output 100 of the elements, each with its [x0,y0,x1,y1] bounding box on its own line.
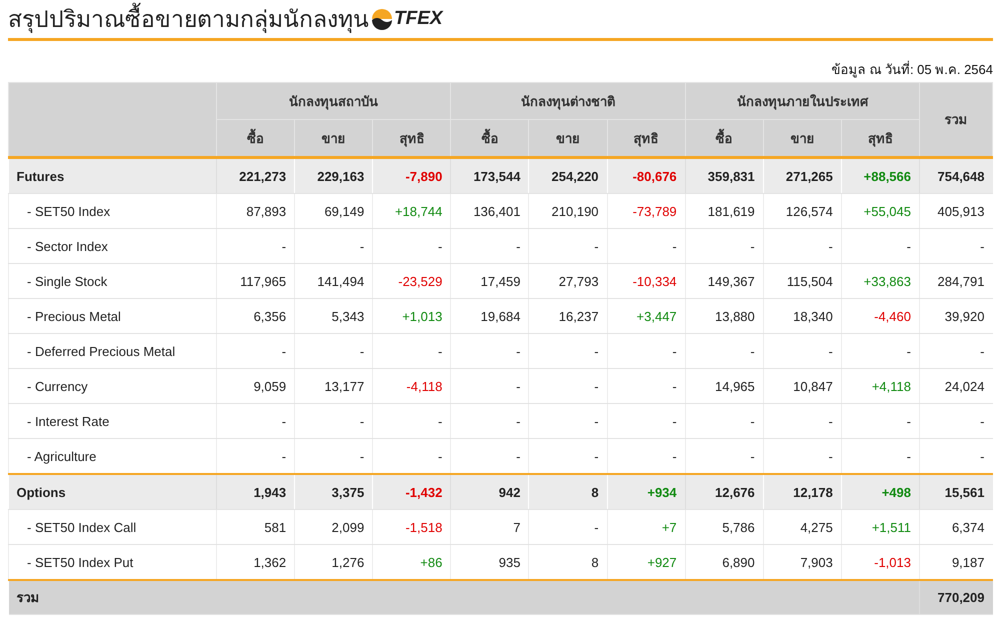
table-cell: -23,529 [372,264,451,298]
table-cell: 181,619 [685,194,764,228]
table-cell: - [920,404,992,438]
table-cell: 16,237 [528,298,608,334]
table-cell: -1,432 [372,474,451,510]
table-cell: 254,220 [528,158,608,194]
table-cell: 6,356 [216,298,295,334]
table-cell: - [763,334,842,368]
table-cell: 221,273 [216,158,295,194]
table-cell: - [450,368,529,404]
row-label: - Interest Rate [8,404,216,438]
table-cell: 24,024 [920,368,992,404]
table-cell: - [607,368,686,404]
table-cell: 115,504 [763,264,842,298]
table-cell: 149,367 [685,264,764,298]
table-cell: +55,045 [841,194,920,228]
table-cell: 5,786 [685,510,764,544]
table-cell: - [216,228,295,264]
table-cell: 136,401 [450,194,529,228]
row-label: - Deferred Precious Metal [8,334,216,368]
table-cell: - [841,228,920,264]
column-header: รวม [920,82,992,158]
table-cell: 754,648 [920,158,992,194]
table-cell: - [685,404,764,438]
table-cell: - [294,228,373,264]
table-cell: - [372,404,451,438]
table-cell: - [920,334,992,368]
table-cell: - [763,228,842,264]
table-cell: +4,118 [841,368,920,404]
table-cell: +18,744 [372,194,451,228]
table-cell: +1,013 [372,298,451,334]
table-cell: +3,447 [607,298,686,334]
table-cell: 12,676 [685,474,764,510]
table-cell: - [528,404,608,438]
table-cell: 13,177 [294,368,373,404]
table-cell: - [528,228,608,264]
table-cell: 19,684 [450,298,529,334]
table-cell: - [607,334,686,368]
table-cell: 6,374 [920,510,992,544]
table-cell: 284,791 [920,264,992,298]
table-cell: - [372,334,451,368]
column-group-header: นักลงทุนภายในประเทศ [685,82,920,120]
column-header: สุทธิ [372,120,451,158]
row-label: - Sector Index [8,228,216,264]
table-cell: 15,561 [920,474,992,510]
table-cell: 4,275 [763,510,842,544]
column-group-header: นักลงทุนสถาบัน [216,82,451,120]
table-cell: - [528,510,608,544]
column-header: ขาย [294,120,373,158]
table-cell: 126,574 [763,194,842,228]
table-cell: +498 [841,474,920,510]
table-cell: - [841,334,920,368]
table-cell: 229,163 [294,158,373,194]
column-header: ซื้อ [216,120,295,158]
row-label: - SET50 Index [8,194,216,228]
table-cell: 69,149 [294,194,373,228]
table-cell: - [841,404,920,438]
column-header: ขาย [763,120,842,158]
table-cell: 14,965 [685,368,764,404]
table-cell: -10,334 [607,264,686,298]
data-date: ข้อมูล ณ วันที่: 05 พ.ค. 2564 [832,60,993,80]
table-cell: - [294,404,373,438]
table-cell: 13,880 [685,298,764,334]
table-cell: -73,789 [607,194,686,228]
table-cell: - [450,228,529,264]
table-cell: +33,863 [841,264,920,298]
table-cell: 9,059 [216,368,295,404]
table-cell: 405,913 [920,194,992,228]
table-cell: - [216,334,295,368]
table-cell: - [372,228,451,264]
column-header: ซื้อ [685,120,764,158]
table-cell: 3,375 [294,474,373,510]
table-cell: - [685,228,764,264]
table-cell: 581 [216,510,295,544]
table-cell: 210,190 [528,194,608,228]
table-cell: - [528,334,608,368]
row-label: - Precious Metal [8,298,216,334]
table-cell: - [450,404,529,438]
table-cell: 27,793 [528,264,608,298]
table-cell: +88,566 [841,158,920,194]
table-cell: - [450,334,529,368]
table-cell: 10,847 [763,368,842,404]
table-cell: 7 [450,510,529,544]
column-group-header: นักลงทุนต่างชาติ [450,82,686,120]
table-cell: -4,460 [841,298,920,334]
table-cell: 2,099 [294,510,373,544]
column-header: ขาย [528,120,608,158]
table-cell: -4,118 [372,368,451,404]
table-cell: 173,544 [450,158,529,194]
table-cell: - [763,404,842,438]
table-cell: 18,340 [763,298,842,334]
row-label: - SET50 Index Call [8,510,216,544]
tfex-logo: TFEX [371,8,443,30]
table-cell: 17,459 [450,264,529,298]
row-label: - Single Stock [8,264,216,298]
row-label: Futures [8,158,216,194]
column-header: สุทธิ [607,120,686,158]
logo-icon [371,8,393,30]
table-cell: - [294,334,373,368]
table-cell: -1,518 [372,510,451,544]
